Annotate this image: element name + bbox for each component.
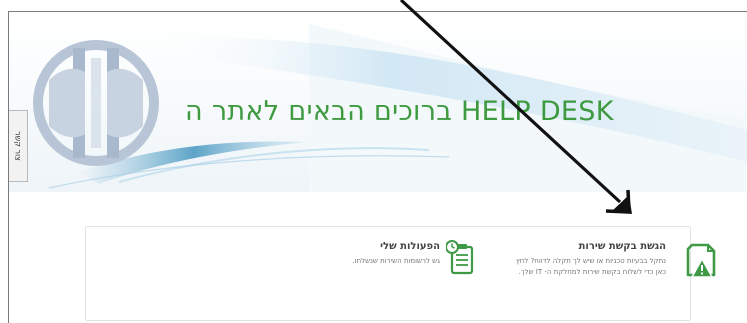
my-actions-title[interactable]: הפעולות שלי (230, 241, 440, 252)
warning-document-icon (678, 237, 718, 283)
company-logo (33, 40, 159, 166)
service-request-title[interactable]: הגשת בקשת שירות (516, 241, 666, 252)
services-panel: הגשת בקשת שירות נתקל בבעיות טכניות או שי… (85, 226, 716, 321)
my-actions-description: גש לרשומות השירות שנשלחו. (352, 257, 440, 265)
contact-side-tab[interactable]: צור קשר (9, 110, 28, 182)
service-request-description: נתקל בבעיות טכניות או שיש לך תקלה לדווח?… (516, 257, 666, 276)
page-frame: ברוכים הבאים לאתר ה HELP DESK צור קשר הג… (0, 0, 747, 323)
welcome-title: ברוכים הבאים לאתר ה HELP DESK (185, 96, 614, 127)
contact-side-tab-label: צור קשר (13, 131, 23, 161)
header-banner: ברוכים הבאים לאתר ה HELP DESK (9, 12, 747, 192)
clipboard-clock-icon (445, 237, 486, 283)
